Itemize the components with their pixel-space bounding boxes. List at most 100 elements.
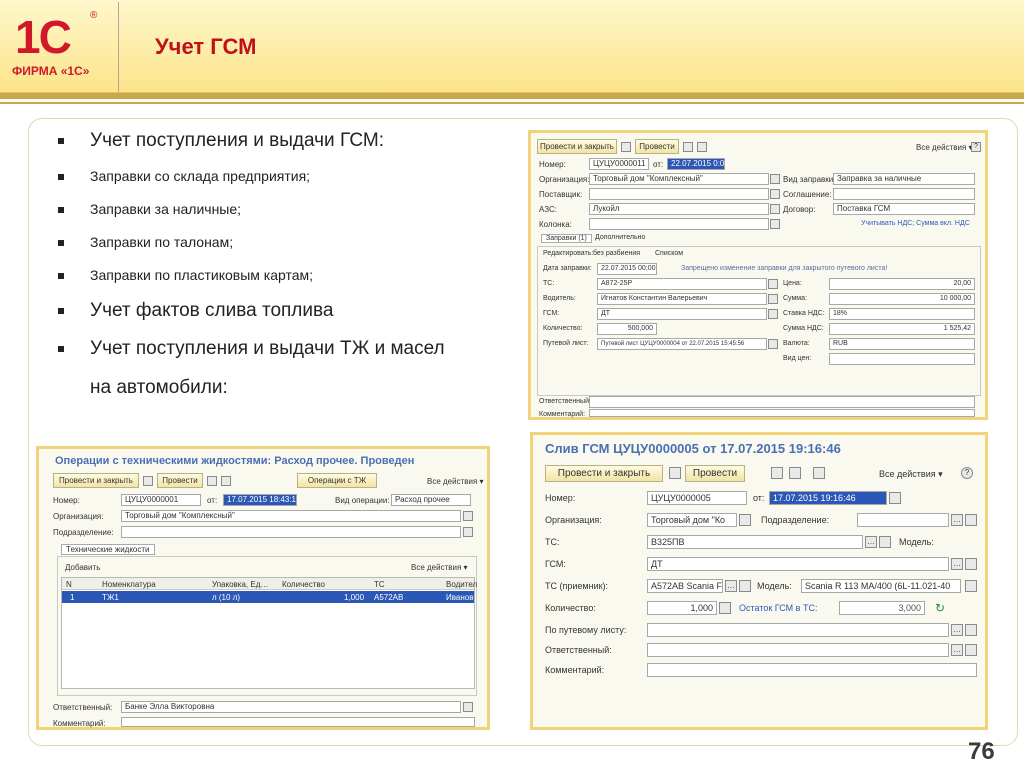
sum-field[interactable]: 10 000,00 bbox=[829, 293, 975, 305]
tab-additional[interactable]: Дополнительно bbox=[591, 234, 649, 241]
search-icon[interactable] bbox=[463, 527, 473, 537]
create-based-icon[interactable] bbox=[813, 467, 825, 479]
ts-field[interactable]: А872-25Р bbox=[597, 278, 767, 290]
org-field[interactable]: Торговый дом "Комплексный" bbox=[589, 173, 769, 185]
dots-icon[interactable]: … bbox=[951, 644, 963, 656]
search-icon[interactable] bbox=[965, 558, 977, 570]
dots-icon[interactable]: … bbox=[951, 558, 963, 570]
ts-receiver-field[interactable]: А572АВ Scania F bbox=[647, 579, 723, 593]
search-icon[interactable] bbox=[770, 174, 780, 184]
search-icon[interactable] bbox=[768, 309, 778, 319]
document-icon[interactable] bbox=[697, 142, 707, 152]
calendar-icon[interactable] bbox=[889, 492, 901, 504]
vat-sum-field[interactable]: 1 525,42 bbox=[829, 323, 975, 335]
document-icon[interactable] bbox=[221, 476, 231, 486]
fuel-field[interactable]: ДТ bbox=[647, 557, 949, 571]
search-icon[interactable] bbox=[768, 294, 778, 304]
dots-icon[interactable]: … bbox=[865, 536, 877, 548]
all-actions-tab-menu[interactable]: Все действия ▾ bbox=[411, 563, 468, 572]
add-row-button[interactable]: Добавить bbox=[65, 563, 100, 572]
date-field[interactable]: 17.07.2015 19:16:46 bbox=[769, 491, 887, 505]
org-field[interactable]: Торговый дом "Комплексный" bbox=[121, 510, 461, 522]
waybill-field[interactable]: Путевой лист ЦУЦУ0000004 от 22.07.2015 1… bbox=[597, 338, 767, 350]
refuel-date-field[interactable]: 22.07.2015 00:00 bbox=[597, 263, 657, 275]
driver-field[interactable]: Игнатов Константин Валерьевич bbox=[597, 293, 767, 305]
qty-field[interactable]: 1,000 bbox=[647, 601, 717, 615]
vat-link[interactable]: Учитывать НДС; Сумма вкл. НДС bbox=[861, 220, 970, 227]
save-icon[interactable] bbox=[669, 467, 681, 479]
ledger-icon[interactable] bbox=[683, 142, 693, 152]
fuel-field[interactable]: ДТ bbox=[597, 308, 767, 320]
responsible-field[interactable]: Банке Элла Викторовна bbox=[121, 701, 461, 713]
post-button[interactable]: Провести bbox=[157, 473, 203, 488]
price-field[interactable]: 20,00 bbox=[829, 278, 975, 290]
org-field[interactable]: Торговый дом "Ко bbox=[647, 513, 737, 527]
tech-fluid-ops-button[interactable]: Операции с ТЖ bbox=[297, 473, 377, 488]
tab-refuels[interactable]: Заправки (1) bbox=[541, 234, 592, 243]
dots-icon[interactable]: … bbox=[725, 580, 737, 592]
help-icon[interactable]: ? bbox=[971, 142, 981, 152]
post-and-close-button[interactable]: Провести и закрыть bbox=[545, 465, 663, 482]
search-icon[interactable] bbox=[965, 644, 977, 656]
search-icon[interactable] bbox=[770, 219, 780, 229]
dots-icon[interactable]: … bbox=[951, 514, 963, 526]
responsible-field[interactable] bbox=[647, 643, 949, 657]
comment-field[interactable] bbox=[647, 663, 977, 677]
search-icon[interactable] bbox=[879, 536, 891, 548]
search-icon[interactable] bbox=[965, 514, 977, 526]
date-field[interactable]: 22.07.2015 0:00:00 bbox=[667, 158, 725, 170]
model2-field[interactable]: Scania R 113 MA/400 (6L-11.021-40 bbox=[801, 579, 961, 593]
ledger-icon[interactable] bbox=[771, 467, 783, 479]
search-icon[interactable] bbox=[739, 580, 751, 592]
dept-field[interactable] bbox=[121, 526, 461, 538]
column-field[interactable] bbox=[589, 218, 769, 230]
price-kind-field[interactable] bbox=[829, 353, 975, 365]
save-icon[interactable] bbox=[621, 142, 631, 152]
supplier-field[interactable] bbox=[589, 188, 769, 200]
post-button[interactable]: Провести bbox=[685, 465, 745, 482]
calculator-icon[interactable] bbox=[719, 602, 731, 614]
op-kind-field[interactable]: Расход прочее bbox=[391, 494, 471, 506]
search-icon[interactable] bbox=[463, 511, 473, 521]
help-icon[interactable]: ? bbox=[961, 467, 973, 479]
no-split-radio[interactable]: без разбиения bbox=[593, 250, 640, 257]
search-icon[interactable] bbox=[739, 514, 751, 526]
all-actions-menu[interactable]: Все действия ▾ bbox=[916, 143, 973, 152]
search-icon[interactable] bbox=[768, 279, 778, 289]
document-icon[interactable] bbox=[789, 467, 801, 479]
number-field[interactable]: ЦУЦУ0000011 bbox=[589, 158, 649, 170]
comment-field[interactable] bbox=[121, 717, 475, 727]
currency-field[interactable]: RUB bbox=[829, 338, 975, 350]
post-and-close-button[interactable]: Провести и закрыть bbox=[537, 139, 617, 154]
save-icon[interactable] bbox=[143, 476, 153, 486]
search-icon[interactable] bbox=[965, 580, 977, 592]
ledger-icon[interactable] bbox=[207, 476, 217, 486]
all-actions-menu[interactable]: Все действия ▾ bbox=[879, 469, 943, 480]
waybill-field[interactable] bbox=[647, 623, 949, 637]
tab-tech-fluids[interactable]: Технические жидкости bbox=[61, 544, 155, 555]
search-icon[interactable] bbox=[770, 189, 780, 199]
dept-field[interactable] bbox=[857, 513, 949, 527]
search-icon[interactable] bbox=[463, 702, 473, 712]
comment-field[interactable] bbox=[589, 409, 975, 417]
op-kind-field[interactable]: Заправка за наличные bbox=[833, 173, 975, 185]
table-row[interactable]: 1 ТЖ1 л (10 л) 1,000 А572АВ Иванов bbox=[62, 591, 474, 603]
date-field[interactable]: 17.07.2015 18:43:16 bbox=[223, 494, 297, 506]
qty-field[interactable]: 500,000 bbox=[597, 323, 657, 335]
all-actions-menu[interactable]: Все действия ▾ bbox=[427, 477, 484, 486]
responsible-field[interactable] bbox=[589, 396, 975, 408]
vat-rate-field[interactable]: 18% bbox=[829, 308, 975, 320]
agreement-field[interactable] bbox=[833, 188, 975, 200]
ts-field[interactable]: В325ПВ bbox=[647, 535, 863, 549]
refresh-icon[interactable]: ↻ bbox=[935, 601, 945, 615]
dots-icon[interactable]: … bbox=[951, 624, 963, 636]
search-icon[interactable] bbox=[768, 339, 778, 349]
number-field[interactable]: ЦУЦУ0000001 bbox=[121, 494, 201, 506]
number-field[interactable]: ЦУЦУ0000005 bbox=[647, 491, 747, 505]
search-icon[interactable] bbox=[965, 624, 977, 636]
post-and-close-button[interactable]: Провести и закрыть bbox=[53, 473, 139, 488]
list-radio[interactable]: Списком bbox=[655, 250, 683, 257]
post-button[interactable]: Провести bbox=[635, 139, 679, 154]
contract-field[interactable]: Поставка ГСМ bbox=[833, 203, 975, 215]
azs-field[interactable]: Лукойл bbox=[589, 203, 769, 215]
